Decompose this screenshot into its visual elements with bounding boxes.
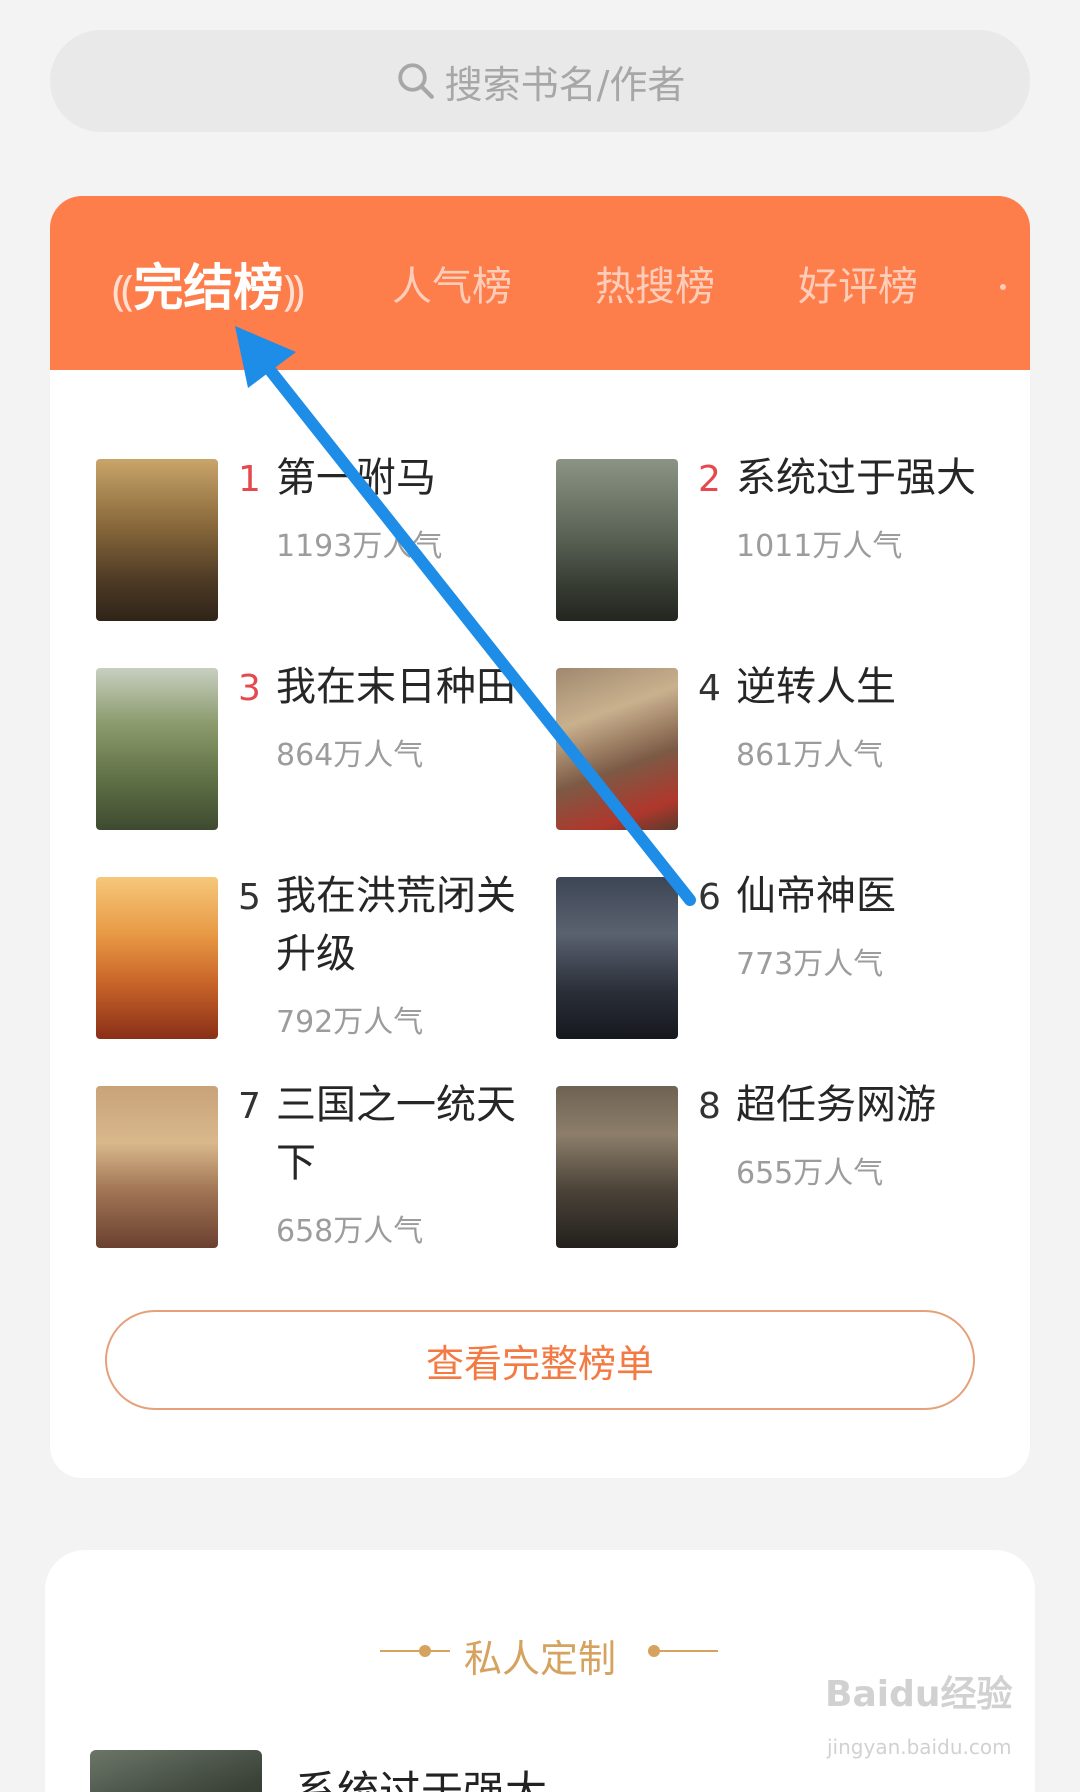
book-title: 逆转人生 xyxy=(736,664,896,710)
rank-number: 7 xyxy=(238,1086,261,1127)
book-popularity: 861万人气 xyxy=(736,738,884,773)
book-popularity: 864万人气 xyxy=(276,738,424,773)
book-popularity: 1193万人气 xyxy=(276,529,443,564)
book-title: 超任务网游 xyxy=(736,1082,936,1128)
rank-number: 1 xyxy=(238,459,261,500)
rank-number: 4 xyxy=(698,668,721,709)
book-item[interactable]: 8 超任务网游 655万人气 xyxy=(556,1082,996,1256)
book-popularity: 773万人气 xyxy=(736,947,884,982)
book-cover xyxy=(556,877,678,1039)
tab-completed[interactable]: ⸨完结榜⸩ xyxy=(112,248,305,320)
book-cover xyxy=(96,1086,218,1248)
book-title: 我在末日种田 xyxy=(276,664,516,710)
laurel-left-icon: ⸨ xyxy=(112,266,134,315)
book-title[interactable]: 系统过于强大 xyxy=(295,1758,547,1792)
book-item[interactable]: 2 系统过于强大 1011万人气 xyxy=(556,455,996,629)
book-cover xyxy=(556,459,678,621)
rank-number: 8 xyxy=(698,1086,721,1127)
rank-number: 2 xyxy=(698,459,721,500)
book-cover[interactable] xyxy=(90,1750,262,1792)
book-item[interactable]: 7 三国之一统天下 658万人气 xyxy=(96,1082,536,1256)
book-item[interactable]: 6 仙帝神医 773万人气 xyxy=(556,873,996,1047)
rank-number: 3 xyxy=(238,668,261,709)
title-decoration-right xyxy=(648,1650,718,1652)
book-title: 系统过于强大 xyxy=(736,455,976,501)
book-cover xyxy=(96,668,218,830)
rank-number: 5 xyxy=(238,877,261,918)
search-bar[interactable]: 搜索书名/作者 xyxy=(50,30,1030,132)
ranking-card: ⸨完结榜⸩ 人气榜 热搜榜 好评榜 1 第一驸马 1193万人气 2 系统过于强… xyxy=(50,196,1030,1478)
rank-number: 6 xyxy=(698,877,721,918)
book-popularity: 655万人气 xyxy=(736,1156,884,1191)
book-cover xyxy=(556,1086,678,1248)
book-title: 我在洪荒闭关升级 xyxy=(276,873,516,977)
book-item[interactable]: 3 我在末日种田 864万人气 xyxy=(96,664,536,838)
book-popularity: 1011万人气 xyxy=(736,529,903,564)
book-item[interactable]: 4 逆转人生 861万人气 xyxy=(556,664,996,838)
watermark-brand: Baidu经验 xyxy=(825,1674,1013,1715)
book-item[interactable]: 1 第一驸马 1193万人气 xyxy=(96,455,536,629)
book-cover xyxy=(556,668,678,830)
book-title: 仙帝神医 xyxy=(736,873,896,919)
tab-good-review[interactable]: 好评榜 xyxy=(798,254,918,312)
book-item[interactable]: 5 我在洪荒闭关升级 792万人气 xyxy=(96,873,536,1047)
book-cover xyxy=(96,459,218,621)
book-title: 第一驸马 xyxy=(276,455,436,501)
tab-popular[interactable]: 人气榜 xyxy=(392,254,512,312)
book-cover xyxy=(96,877,218,1039)
book-popularity: 792万人气 xyxy=(276,1005,424,1040)
tab-hot-search[interactable]: 热搜榜 xyxy=(595,254,715,312)
book-popularity: 658万人气 xyxy=(276,1214,424,1249)
view-full-ranking-button[interactable]: 查看完整榜单 xyxy=(105,1310,975,1410)
book-title: 三国之一统天下 xyxy=(276,1082,516,1186)
baidu-watermark: Baidu经验 jingyan.baidu.com xyxy=(825,1665,1025,1775)
ranking-tabs-header: ⸨完结榜⸩ 人气榜 热搜榜 好评榜 xyxy=(50,196,1030,370)
tab-overflow-indicator xyxy=(1000,284,1006,290)
search-placeholder: 搜索书名/作者 xyxy=(444,62,686,107)
watermark-url: jingyan.baidu.com xyxy=(827,1735,1012,1759)
search-icon xyxy=(397,63,434,99)
laurel-right-icon: ⸩ xyxy=(283,266,305,315)
